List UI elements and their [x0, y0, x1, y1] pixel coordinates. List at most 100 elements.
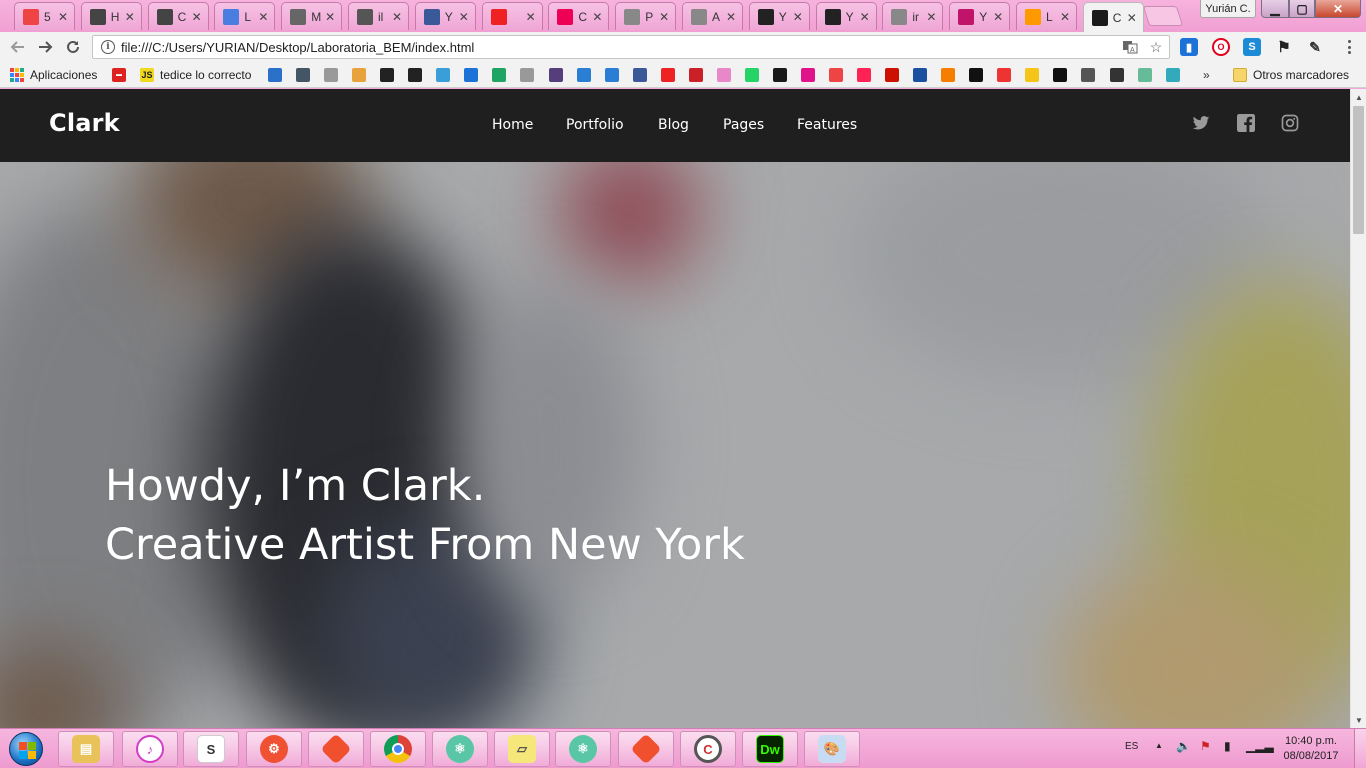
browser-tab[interactable]: ✕	[481, 2, 543, 30]
bookmark-item[interactable]	[1053, 67, 1067, 83]
network-warning-icon[interactable]: ⚑	[1200, 739, 1211, 753]
new-tab-button[interactable]	[1142, 6, 1184, 26]
reload-icon[interactable]	[61, 36, 85, 58]
bookmark-item[interactable]	[717, 67, 731, 83]
bookmark-item[interactable]	[1138, 67, 1152, 83]
tab-close-icon[interactable]: ✕	[924, 10, 938, 24]
bookmark-item[interactable]	[1025, 67, 1039, 83]
browser-tab[interactable]: A ✕	[682, 2, 743, 30]
taskbar-sticky-notes[interactable]: ▱	[494, 731, 550, 767]
show-desktop-button[interactable]	[1354, 729, 1366, 768]
bookmark-item[interactable]	[296, 67, 310, 83]
bookmark-item[interactable]	[633, 67, 647, 83]
close-window-button[interactable]: ✕	[1315, 0, 1361, 18]
url-text[interactable]: file:///C:/Users/YURIAN/Desktop/Laborato…	[121, 40, 474, 55]
tab-close-icon[interactable]: ✕	[858, 10, 872, 24]
power-icon[interactable]: ▮	[1224, 739, 1231, 753]
bookmark-item[interactable]	[969, 67, 983, 83]
bookmark-item[interactable]	[268, 67, 282, 83]
taskbar-atom-2[interactable]: ⚛	[555, 731, 611, 767]
bookmark-item[interactable]	[577, 67, 591, 83]
tab-close-icon[interactable]: ✕	[1125, 11, 1139, 25]
taskbar-chrome[interactable]	[370, 731, 426, 767]
taskbar-ccleaner[interactable]: C	[680, 731, 736, 767]
bookmark-item[interactable]	[380, 67, 394, 83]
tab-close-icon[interactable]: ✕	[590, 10, 604, 24]
browser-tab[interactable]: L ✕	[214, 2, 276, 30]
page-scrollbar[interactable]: ▲ ▼	[1350, 89, 1366, 728]
forward-arrow-icon[interactable]	[33, 36, 57, 58]
taskbar-itunes[interactable]: ♪	[122, 731, 178, 767]
info-icon[interactable]: i	[101, 40, 115, 54]
tab-close-icon[interactable]: ✕	[123, 10, 137, 24]
bookmark-item[interactable]	[605, 67, 619, 83]
other-bookmarks-folder[interactable]: Otros marcadores	[1233, 67, 1349, 83]
bookmark-item[interactable]	[745, 67, 759, 83]
tab-close-icon[interactable]: ✕	[457, 10, 471, 24]
bookmark-item[interactable]	[324, 67, 338, 83]
bookmark-item[interactable]	[549, 67, 563, 83]
bookmark-item[interactable]	[492, 67, 506, 83]
site-logo[interactable]: Clark	[49, 109, 120, 137]
trello-extension-icon[interactable]: ▮	[1180, 38, 1198, 56]
bookmark-item[interactable]	[829, 67, 843, 83]
chrome-menu-icon[interactable]	[1342, 38, 1356, 56]
opera-extension-icon[interactable]: O	[1212, 38, 1230, 56]
bookmark-item[interactable]	[1110, 67, 1124, 83]
start-button[interactable]	[4, 730, 48, 768]
taskbar-git[interactable]	[308, 731, 364, 767]
browser-tab[interactable]: C ✕	[548, 2, 610, 30]
nav-blog[interactable]: Blog	[658, 117, 689, 133]
bookmark-item[interactable]	[436, 67, 450, 83]
signal-icon[interactable]: ▁▂▃	[1246, 739, 1274, 753]
tab-close-icon[interactable]: ✕	[323, 10, 337, 24]
pin-extension-icon[interactable]: ⚑	[1275, 38, 1293, 56]
browser-tab[interactable]: P ✕	[615, 2, 677, 30]
bookmark-item[interactable]	[997, 67, 1011, 83]
taskbar-dreamweaver[interactable]: Dw	[742, 731, 798, 767]
instagram-icon[interactable]	[1281, 114, 1299, 132]
language-indicator[interactable]: ES	[1125, 741, 1138, 752]
taskbar-git-2[interactable]	[618, 731, 674, 767]
minimize-button[interactable]: ▁	[1261, 0, 1289, 18]
scrollbar-thumb[interactable]	[1353, 106, 1364, 234]
browser-tab[interactable]: Y ✕	[949, 2, 1011, 30]
profile-name[interactable]: Yurián C.	[1200, 0, 1256, 18]
bookmark-item[interactable]	[857, 67, 871, 83]
browser-tab[interactable]: M ✕	[281, 2, 343, 30]
browser-tab[interactable]: Y ✕	[815, 2, 877, 30]
maximize-button[interactable]: ▢	[1289, 0, 1315, 18]
nav-home[interactable]: Home	[492, 117, 533, 133]
facebook-icon[interactable]	[1237, 114, 1255, 132]
taskbar-slack[interactable]: S	[183, 731, 239, 767]
taskbar-atom[interactable]: ⚛	[432, 731, 488, 767]
taskbar-paint[interactable]: 🎨	[804, 731, 860, 767]
nav-portfolio[interactable]: Portfolio	[566, 117, 624, 133]
tab-close-icon[interactable]: ✕	[657, 10, 671, 24]
tab-close-icon[interactable]: ✕	[524, 10, 538, 24]
twitter-icon[interactable]	[1192, 114, 1210, 132]
tray-expand-icon[interactable]: ▲	[1155, 741, 1163, 750]
bookmark-item[interactable]	[1081, 67, 1095, 83]
bookmark-item[interactable]	[689, 67, 703, 83]
bookmark-item[interactable]	[773, 67, 787, 83]
bookmark-item[interactable]	[520, 67, 534, 83]
tab-close-icon[interactable]: ✕	[256, 10, 270, 24]
address-bar[interactable]: i file:///C:/Users/YURIAN/Desktop/Labora…	[92, 35, 1170, 59]
browser-tab[interactable]: 5 ✕	[14, 2, 75, 30]
bookmark-item[interactable]	[801, 67, 815, 83]
tab-close-icon[interactable]: ✕	[390, 10, 404, 24]
volume-icon[interactable]: 🔈	[1176, 739, 1191, 753]
tab-close-icon[interactable]: ✕	[1058, 10, 1072, 24]
browser-tab[interactable]: Y ✕	[414, 2, 476, 30]
bookmark-js[interactable]: JS tedice lo correcto	[140, 67, 251, 83]
bookmark-star-icon[interactable]: ☆	[1147, 38, 1165, 56]
apps-bookmark[interactable]: Aplicaciones	[10, 67, 97, 83]
bookmark-item[interactable]	[408, 67, 422, 83]
tab-close-icon[interactable]: ✕	[724, 10, 738, 24]
nav-pages[interactable]: Pages	[723, 117, 764, 133]
tab-close-icon[interactable]: ✕	[991, 10, 1005, 24]
browser-tab[interactable]: Y ✕	[748, 2, 810, 30]
bookmark-item[interactable]	[464, 67, 478, 83]
eyedropper-extension-icon[interactable]: ✎	[1306, 38, 1324, 56]
